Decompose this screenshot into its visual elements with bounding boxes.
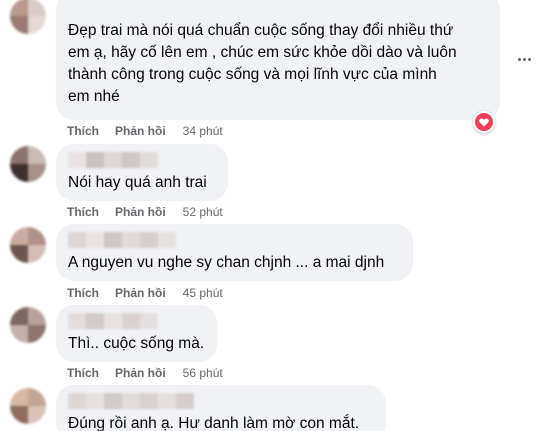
- avatar[interactable]: [10, 227, 46, 263]
- comment-bubble: A nguyen vu nghe sy chan chjnh ... a mai…: [56, 224, 413, 281]
- comment-time[interactable]: 45 phút: [183, 286, 223, 300]
- reply-button[interactable]: Phản hồi: [115, 205, 166, 219]
- avatar[interactable]: [10, 0, 46, 34]
- comment-time[interactable]: 56 phút: [183, 366, 223, 380]
- comment-text: Nói hay quá anh trai: [68, 174, 207, 191]
- comment-bubble: Thì.. cuộc sống mà.: [56, 305, 217, 362]
- author-name-redacted: [68, 152, 216, 168]
- comment-time[interactable]: 52 phút: [183, 205, 223, 219]
- comment-actions: Thích Phản hồi 56 phút: [67, 366, 223, 380]
- like-button[interactable]: Thích: [67, 366, 99, 380]
- more-options-icon: [517, 57, 521, 61]
- avatar[interactable]: [10, 307, 46, 343]
- comment-bubble: Đúng rồi anh ạ. Hư danh làm mờ con mắt.: [56, 385, 386, 431]
- author-name-redacted: [68, 393, 374, 409]
- author-name-redacted: [68, 313, 205, 329]
- reaction-badge[interactable]: [473, 111, 495, 133]
- author-name-redacted: [68, 232, 401, 248]
- comment-time[interactable]: 34 phút: [183, 124, 223, 138]
- reply-button[interactable]: Phản hồi: [115, 124, 166, 138]
- comment-text: Thì.. cuộc sống mà.: [68, 335, 205, 352]
- like-button[interactable]: Thích: [67, 286, 99, 300]
- reply-button[interactable]: Phản hồi: [115, 366, 166, 380]
- comment-text: Đúng rồi anh ạ. Hư danh làm mờ con mắt.: [68, 415, 360, 431]
- comment-text: Đẹp trai mà nói quá chuẩn cuộc sống thay…: [68, 22, 457, 105]
- avatar[interactable]: [10, 146, 46, 182]
- comment-text: A nguyen vu nghe sy chan chjnh ... a mai…: [68, 254, 385, 271]
- like-button[interactable]: Thích: [67, 124, 99, 138]
- like-button[interactable]: Thích: [67, 205, 99, 219]
- heart-icon: [479, 117, 489, 126]
- avatar[interactable]: [10, 388, 46, 424]
- comment-bubble: Đẹp trai mà nói quá chuẩn cuộc sống thay…: [56, 0, 500, 120]
- comment-actions: Thích Phản hồi 34 phút: [67, 124, 223, 138]
- more-options-button[interactable]: [512, 47, 536, 71]
- comment-actions: Thích Phản hồi 52 phút: [67, 205, 223, 219]
- comment-bubble: Nói hay quá anh trai: [56, 144, 228, 201]
- comment-thread: Đẹp trai mà nói quá chuẩn cuộc sống thay…: [0, 0, 541, 431]
- comment-actions: Thích Phản hồi 45 phút: [67, 286, 223, 300]
- reply-button[interactable]: Phản hồi: [115, 286, 166, 300]
